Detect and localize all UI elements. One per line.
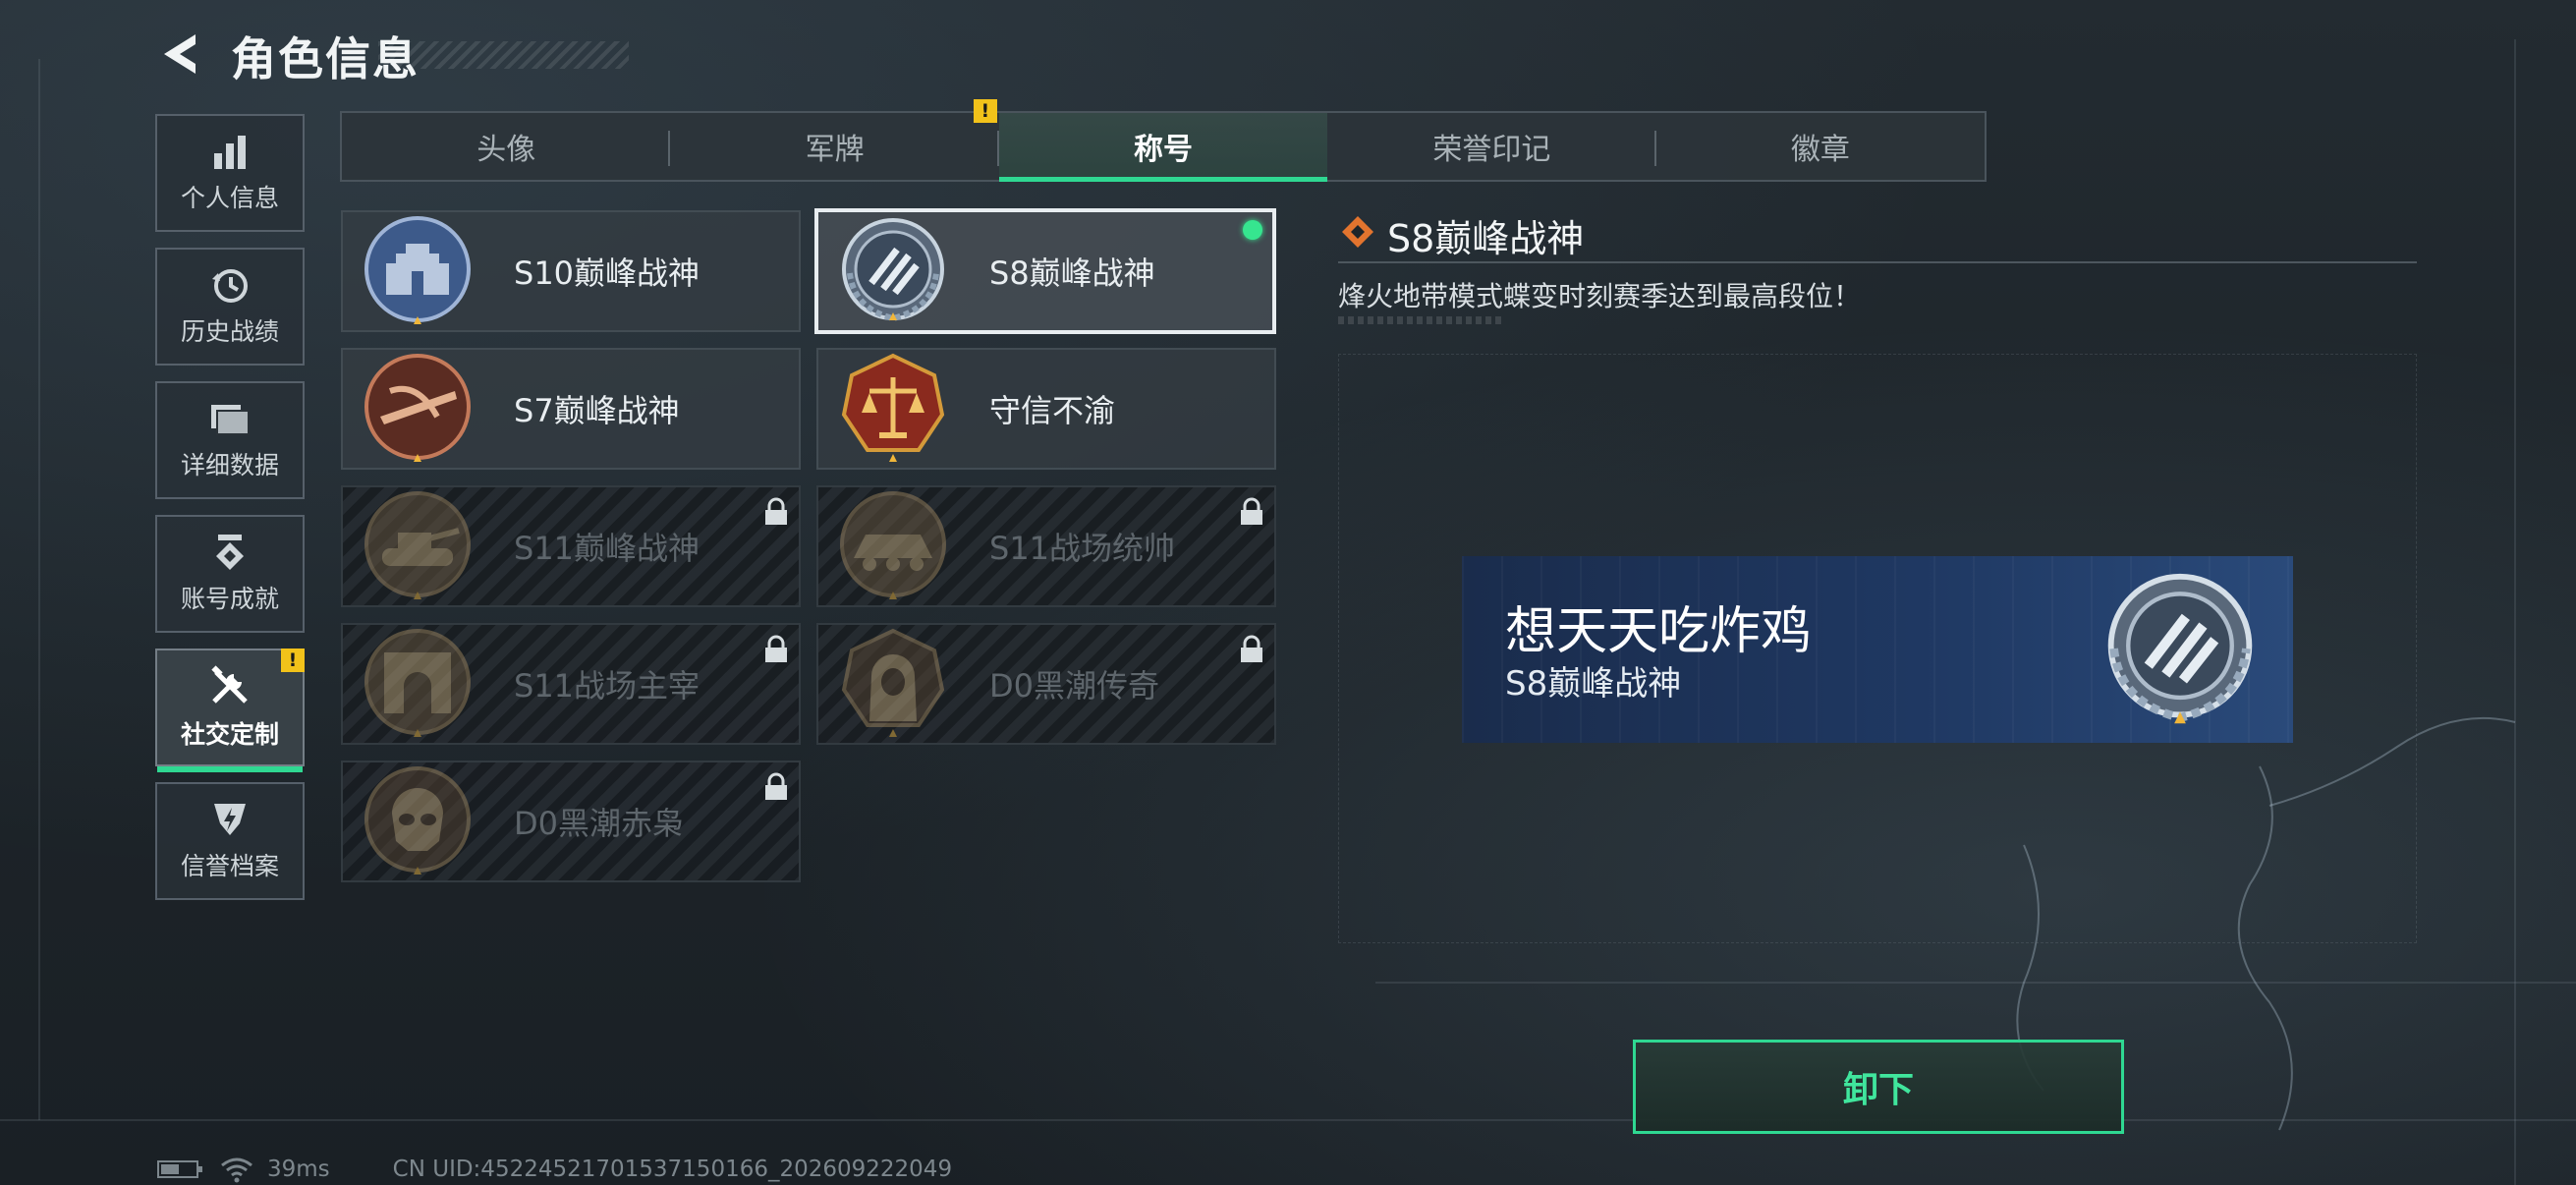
ping-value: 39ms <box>267 1157 330 1182</box>
lock-icon <box>1241 635 1262 662</box>
tank-emblem-icon <box>361 489 475 603</box>
detail-title: S8巅峰战神 <box>1387 217 1585 260</box>
lock-icon <box>1241 497 1262 525</box>
back-arrow-icon <box>164 34 196 74</box>
tools-icon <box>211 665 248 704</box>
preview-title: S8巅峰战神 <box>1505 664 1682 704</box>
lock-icon <box>765 635 787 662</box>
sidebar-item-credit-record[interactable]: 信誉档案 <box>155 782 305 900</box>
sidebar-item-label: 账号成就 <box>180 585 279 613</box>
title-card-d0-legend[interactable]: D0黑潮传奇 <box>816 623 1276 745</box>
title-card-s11-peak[interactable]: S11巅峰战神 <box>341 485 801 607</box>
title-card-d0-red-owl[interactable]: D0黑潮赤枭 <box>341 761 801 882</box>
sidebar-item-achievements[interactable]: 账号成就 <box>155 515 305 633</box>
active-indicator <box>157 766 303 772</box>
tab-label: 徽章 <box>1790 133 1850 167</box>
tab-military-tag[interactable]: 军牌 ! <box>670 99 999 180</box>
battery-icon <box>157 1160 202 1178</box>
tab-label: 头像 <box>476 133 536 167</box>
title-card-s11-commander[interactable]: S11战场统帅 <box>816 485 1276 607</box>
lock-icon <box>765 497 787 525</box>
credit-shield-icon <box>214 804 246 835</box>
tab-honor-mark[interactable]: 荣誉印记 <box>1327 113 1656 180</box>
preview-player-name: 想天天吃炸鸡 <box>1505 602 1813 661</box>
title-card-label: 守信不渝 <box>989 392 1116 429</box>
crossbow-emblem-icon <box>361 352 475 466</box>
sidebar-item-label: 社交定制 <box>180 720 279 749</box>
tab-bar: 头像 军牌 ! 称号 荣誉印记 徽章 <box>340 99 1987 182</box>
game-screen: 角色信息 个人信息 历史战绩 详细数据 账号成就 社交定制 ! 信誉档案 头像 … <box>0 0 2576 1185</box>
sidebar-item-label: 个人信息 <box>180 184 279 212</box>
s8-wreath-emblem-icon <box>2107 573 2253 724</box>
title-card-s11-dominator[interactable]: S11战场主宰 <box>341 623 801 745</box>
title-card-label: D0黑潮传奇 <box>989 667 1160 705</box>
scales-emblem-icon <box>836 352 950 466</box>
title-card-label: S11战场统帅 <box>989 530 1176 567</box>
title-card-label: S7巅峰战神 <box>514 392 680 429</box>
s8-wreath-emblem-icon <box>836 214 950 328</box>
sidebar-item-personal-info[interactable]: 个人信息 <box>155 114 305 232</box>
unequip-button[interactable]: 卸下 <box>1633 1040 2124 1134</box>
title-card-label: D0黑潮赤枭 <box>514 805 685 842</box>
title-card-s10-peak[interactable]: S10巅峰战神 <box>341 210 801 332</box>
title-decoration <box>378 41 629 69</box>
equipped-indicator <box>1243 220 1262 240</box>
castle-emblem-icon <box>361 214 475 328</box>
title-card-label: S8巅峰战神 <box>989 254 1155 292</box>
active-indicator <box>998 177 1328 182</box>
title-preview-banner: 想天天吃炸鸡 S8巅峰战神 <box>1462 556 2293 743</box>
sidebar-item-history[interactable]: 历史战绩 <box>155 248 305 366</box>
tab-title[interactable]: 称号 <box>998 113 1328 182</box>
title-card-s8-peak[interactable]: S8巅峰战神 <box>814 208 1276 334</box>
sidebar-item-detailed-data[interactable]: 详细数据 <box>155 381 305 499</box>
tab-label: 荣誉印记 <box>1432 133 1551 167</box>
arch-emblem-icon <box>361 627 475 741</box>
divider <box>1338 261 2417 263</box>
user-uid: CN UID:45224521701537150166_202609222049 <box>392 1157 953 1182</box>
tab-label: 军牌 <box>805 133 865 167</box>
status-bar: 39ms CN UID:45224521701537150166_2026092… <box>157 1156 952 1183</box>
tab-badge[interactable]: 徽章 <box>1656 113 1985 180</box>
folder-icon <box>211 405 250 435</box>
lock-icon <box>765 772 787 800</box>
wifi-icon <box>221 1157 252 1183</box>
sidebar-item-label: 详细数据 <box>180 451 279 480</box>
achievement-medal-icon <box>216 535 244 570</box>
title-card-trustworthy[interactable]: 守信不渝 <box>816 348 1276 470</box>
title-card-label: S11巅峰战神 <box>514 530 700 567</box>
skull-mask-emblem-icon <box>361 764 475 878</box>
tab-label: 称号 <box>1134 133 1194 167</box>
title-card-label: S10巅峰战神 <box>514 254 700 292</box>
warning-badge: ! <box>973 99 997 123</box>
hooded-figure-emblem-icon <box>836 627 950 741</box>
sidebar-item-label: 信誉档案 <box>180 852 279 880</box>
title-card-s7-peak[interactable]: S7巅峰战神 <box>341 348 801 470</box>
bar-chart-icon <box>214 136 246 169</box>
detail-description: 烽火地带模式蝶变时刻赛季达到最高段位！ <box>1338 280 1862 312</box>
sidebar-item-social-custom[interactable]: 社交定制 ! <box>155 649 305 772</box>
decoration <box>1338 316 1505 324</box>
diamond-title-icon <box>1342 216 1373 248</box>
warning-badge: ! <box>281 649 305 672</box>
title-card-label: S11战场主宰 <box>514 667 700 705</box>
sidebar-item-label: 历史战绩 <box>180 317 279 346</box>
apc-emblem-icon <box>836 489 950 603</box>
back-button[interactable] <box>147 22 216 86</box>
tab-avatar[interactable]: 头像 <box>342 113 671 180</box>
history-clock-icon <box>212 269 248 303</box>
